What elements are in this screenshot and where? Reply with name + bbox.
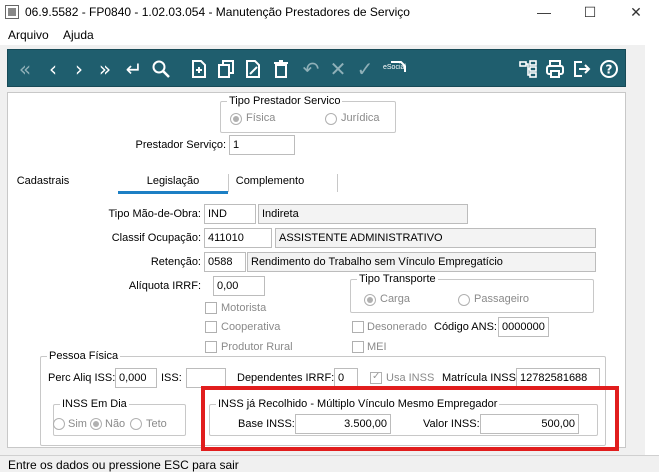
dependentes-irrf-input[interactable]: 0 [334, 368, 358, 388]
radio-nao[interactable] [90, 418, 102, 430]
prestador-label: Prestador Serviço: [135, 139, 226, 151]
scrollbar[interactable] [645, 45, 659, 455]
title-bar: 06.9.5582 - FP0840 - 1.02.03.054 - Manut… [0, 0, 659, 25]
perc-aliq-iss-input[interactable]: 0,000 [115, 368, 157, 388]
status-bar: Entre os dados ou pressione ESC para sai… [0, 455, 659, 472]
checkbox-cooperativa[interactable] [205, 321, 217, 333]
perc-aliq-iss-label: Perc Aliq ISS: [48, 372, 116, 384]
new-record-icon[interactable] [186, 55, 212, 83]
help-icon[interactable]: ? [596, 55, 622, 83]
first-icon[interactable]: « [12, 55, 38, 83]
retencao-label: Retenção: [150, 256, 201, 268]
aliquota-irrf-label: Alíquota IRRF: [128, 280, 201, 292]
matricula-inss-input[interactable]: 12782581688 [516, 368, 600, 388]
tab-legislacao[interactable]: Legislação [118, 172, 228, 194]
checkbox-cooperativa-label: Cooperativa [221, 321, 281, 333]
maximize-button[interactable]: ☐ [567, 0, 613, 25]
app-icon [5, 5, 19, 19]
radio-nao-label: Não [105, 418, 126, 430]
radio-teto-label: Teto [146, 418, 167, 430]
radio-carga[interactable] [364, 294, 376, 306]
esocial-icon[interactable]: eSocial [382, 55, 414, 83]
checkbox-motorista-label: Motorista [221, 302, 267, 314]
minimize-button[interactable]: — [521, 0, 567, 25]
last-icon[interactable]: » [92, 55, 118, 83]
aliquota-irrf-input[interactable]: 0,00 [213, 276, 265, 296]
tab-complemento[interactable]: Complemento [232, 172, 308, 194]
toolbar: « ‹ › » ↵ ↶ ✕ ✓ eSocial ? [7, 49, 626, 87]
edit-icon[interactable] [240, 55, 266, 83]
window-title: 06.9.5582 - FP0840 - 1.02.03.054 - Manut… [25, 5, 410, 19]
radio-teto[interactable] [130, 418, 142, 430]
enter-icon[interactable]: ↵ [121, 55, 147, 83]
copy-icon[interactable] [213, 55, 239, 83]
checkbox-desonerado-label: Desonerado [367, 321, 427, 333]
menu-arquivo[interactable]: Arquivo [8, 28, 49, 42]
tab-cadastrais[interactable]: Cadastrais [12, 172, 74, 194]
exit-icon[interactable] [569, 55, 595, 83]
next-icon[interactable]: › [66, 55, 92, 83]
tipo-mao-obra-label: Tipo Mão-de-Obra: [108, 208, 201, 220]
cancel-icon[interactable]: ✕ [325, 55, 351, 83]
hierarchy-icon[interactable] [515, 55, 541, 83]
tipo-mao-obra-desc: Indireta [258, 204, 468, 224]
classif-ocupacao-label: Classif Ocupação: [111, 232, 201, 244]
classif-ocupacao-desc: ASSISTENTE ADMINISTRATIVO [275, 228, 596, 248]
checkbox-usa-inss[interactable] [370, 371, 382, 384]
dependentes-irrf-label: Dependentes IRRF: [237, 372, 335, 384]
delete-icon[interactable] [268, 55, 294, 83]
iss-label: ISS: [161, 372, 182, 384]
radio-passageiro[interactable] [458, 294, 470, 306]
inss-em-dia-group: INSS Em Dia [53, 398, 186, 436]
radio-sim[interactable] [53, 418, 65, 430]
search-icon[interactable] [148, 55, 174, 83]
svg-text:?: ? [606, 63, 613, 77]
undo-icon[interactable]: ↶ [298, 55, 324, 83]
print-icon[interactable] [542, 55, 568, 83]
checkbox-motorista[interactable] [205, 302, 217, 314]
menu-ajuda[interactable]: Ajuda [63, 28, 94, 42]
codigo-ans-label: Código ANS: [434, 321, 497, 333]
previous-icon[interactable]: ‹ [40, 55, 66, 83]
checkbox-usa-inss-label: Usa INSS [386, 372, 435, 384]
codigo-ans-input[interactable]: 0000000 [498, 317, 549, 337]
checkbox-desonerado[interactable] [352, 321, 364, 333]
prestador-input[interactable]: 1 [229, 135, 295, 155]
tipo-mao-obra-code-input[interactable]: IND [204, 204, 256, 224]
highlight-box [201, 386, 619, 451]
radio-carga-label: Carga [380, 293, 410, 305]
iss-input[interactable] [186, 368, 226, 388]
menu-bar: Arquivo Ajuda [0, 25, 659, 45]
radio-fisica[interactable] [230, 113, 242, 125]
radio-fisica-label: Física [246, 112, 276, 124]
radio-passageiro-label: Passageiro [474, 293, 530, 305]
classif-ocupacao-code-input[interactable]: 411010 [204, 228, 272, 248]
close-button[interactable]: ✕ [613, 0, 659, 25]
retencao-code-input[interactable]: 0588 [204, 252, 246, 272]
radio-sim-label: Sim [68, 418, 87, 430]
confirm-icon[interactable]: ✓ [352, 55, 378, 83]
matricula-inss-label: Matrícula INSS: [442, 372, 520, 384]
radio-juridica-label: Jurídica [341, 112, 380, 124]
radio-juridica[interactable] [325, 113, 337, 125]
status-text: Entre os dados ou pressione ESC para sai… [8, 458, 239, 472]
retencao-desc: Rendimento do Trabalho sem Vínculo Empre… [247, 252, 596, 272]
